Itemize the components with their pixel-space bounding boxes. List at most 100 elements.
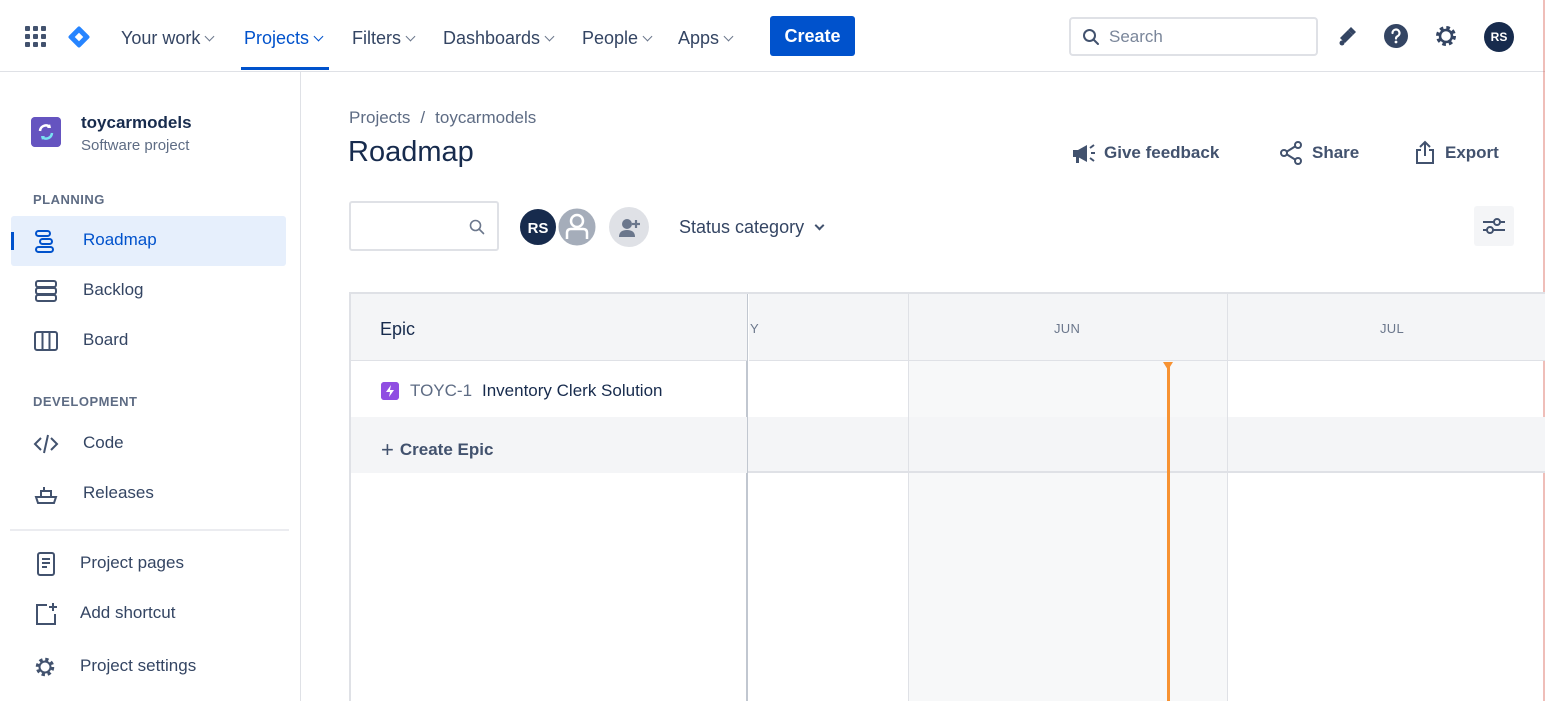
project-type: Software project <box>81 137 190 154</box>
sidebar-item-label: Roadmap <box>83 230 157 249</box>
chevron-down-icon <box>544 31 555 42</box>
nav-dashboards-label: Dashboards <box>443 28 541 48</box>
sidebar-item-backlog[interactable]: Backlog <box>11 266 286 316</box>
status-category-label: Status category <box>679 217 805 237</box>
project-name[interactable]: toycarmodels <box>81 113 192 133</box>
notifications-icon[interactable] <box>1334 23 1360 49</box>
create-epic-button[interactable]: + Create Epic <box>381 435 494 462</box>
view-settings-button[interactable] <box>1474 206 1514 246</box>
roadmap-icon <box>35 230 54 253</box>
code-icon <box>33 434 59 454</box>
active-item-indicator <box>11 232 14 250</box>
development-section-label: DEVELOPMENT <box>33 394 138 409</box>
nav-people[interactable]: People <box>582 26 653 50</box>
chevron-down-icon <box>814 220 825 231</box>
top-navigation: Your work Projects Filters Dashboards Pe… <box>0 0 1545 72</box>
releases-icon <box>34 487 58 504</box>
epic-lightning-icon <box>381 382 399 400</box>
breadcrumb: Projects / toycarmodels <box>349 108 536 128</box>
global-search[interactable] <box>1069 17 1318 56</box>
today-marker[interactable] <box>1167 364 1170 701</box>
status-category-dropdown[interactable]: Status category <box>679 217 825 238</box>
nav-projects[interactable]: Projects <box>244 26 324 50</box>
app-switcher-icon[interactable] <box>25 26 47 48</box>
breadcrumb-project[interactable]: toycarmodels <box>435 108 536 127</box>
epic-header-label: Epic <box>380 319 416 339</box>
sidebar-item-add-shortcut[interactable]: Add shortcut <box>11 589 286 639</box>
nav-people-label: People <box>582 28 639 48</box>
sidebar-item-roadmap[interactable]: Roadmap <box>11 216 286 266</box>
nav-filters-label: Filters <box>352 28 401 48</box>
planning-section-label: PLANNING <box>33 192 105 207</box>
sidebar-item-label: Backlog <box>83 280 144 299</box>
sidebar-item-label: Project settings <box>80 656 197 675</box>
nav-filters[interactable]: Filters <box>352 26 416 50</box>
export-label: Export <box>1445 143 1499 162</box>
settings-icon[interactable] <box>1433 23 1459 49</box>
board-icon <box>34 331 58 351</box>
sidebar-item-label: Project pages <box>80 553 184 572</box>
sidebar-item-code[interactable]: Code <box>11 419 286 469</box>
megaphone-icon <box>1073 144 1095 163</box>
sidebar-item-project-settings[interactable]: Project settings <box>11 642 286 692</box>
nav-apps-label: Apps <box>678 28 720 48</box>
timeline-month-jul: JUL <box>1380 321 1405 336</box>
sidebar-divider <box>10 529 289 531</box>
unassigned-avatar-icon[interactable] <box>555 205 599 249</box>
create-button[interactable]: Create <box>770 16 855 56</box>
nav-active-indicator <box>241 67 329 70</box>
help-icon[interactable] <box>1383 23 1409 49</box>
chevron-down-icon <box>313 31 324 42</box>
nav-dashboards[interactable]: Dashboards <box>443 26 555 50</box>
add-people-icon[interactable] <box>609 207 649 247</box>
epic-summary[interactable]: Inventory Clerk Solution <box>482 381 662 401</box>
breadcrumb-separator: / <box>420 108 426 127</box>
sidebar-item-releases[interactable]: Releases <box>11 469 286 519</box>
roadmap-search[interactable] <box>349 201 499 251</box>
project-settings-icon <box>35 657 55 677</box>
roadmap-grid: Y JUN JUL Epic TOYC-1 Inventory Clerk So… <box>349 292 1545 701</box>
epic-key[interactable]: TOYC-1 <box>410 381 472 401</box>
search-icon <box>1083 29 1099 45</box>
give-feedback-label: Give feedback <box>1104 143 1220 162</box>
timeline-month-jun: JUN <box>1054 321 1081 336</box>
nav-apps[interactable]: Apps <box>678 26 734 50</box>
search-input[interactable] <box>1109 25 1309 49</box>
user-avatar[interactable]: RS <box>1484 22 1514 52</box>
share-icon <box>1280 141 1302 165</box>
project-pages-icon <box>37 552 55 576</box>
create-epic-label: Create Epic <box>399 440 494 459</box>
chevron-down-icon <box>723 31 734 42</box>
export-icon <box>1416 140 1434 164</box>
sidebar-item-board[interactable]: Board <box>11 316 286 366</box>
give-feedback-button[interactable]: Give feedback <box>1070 140 1225 166</box>
backlog-icon <box>35 280 57 302</box>
sidebar-item-label: Board <box>83 330 129 349</box>
add-shortcut-icon <box>36 603 57 625</box>
nav-projects-label: Projects <box>244 28 310 48</box>
filter-avatar-rs[interactable]: RS <box>518 207 558 247</box>
month-divider <box>1227 294 1228 701</box>
breadcrumb-projects[interactable]: Projects <box>349 108 410 127</box>
sidebar-item-project-pages[interactable]: Project pages <box>11 539 286 589</box>
month-divider <box>908 294 909 701</box>
sliders-icon <box>1483 218 1505 234</box>
search-icon <box>469 219 485 235</box>
roadmap-search-input[interactable] <box>359 215 459 237</box>
export-button[interactable]: Export <box>1413 140 1503 166</box>
epic-column: Epic TOYC-1 Inventory Clerk Solution + Cr… <box>351 294 748 701</box>
jira-logo-icon[interactable] <box>66 24 92 50</box>
nav-your-work-label: Your work <box>121 28 201 48</box>
chevron-down-icon <box>405 31 416 42</box>
share-button[interactable]: Share <box>1279 140 1364 166</box>
sidebar-item-label: Add shortcut <box>80 603 176 622</box>
timeline-month-may: Y <box>750 321 759 336</box>
chevron-down-icon <box>642 31 653 42</box>
page-title: Roadmap <box>348 136 474 168</box>
sidebar-item-label: Code <box>83 433 124 452</box>
sidebar-item-label: Releases <box>83 483 154 502</box>
project-avatar-icon[interactable] <box>31 117 61 147</box>
plus-icon: + <box>381 437 394 462</box>
nav-your-work[interactable]: Your work <box>121 26 215 50</box>
chevron-down-icon <box>204 31 215 42</box>
